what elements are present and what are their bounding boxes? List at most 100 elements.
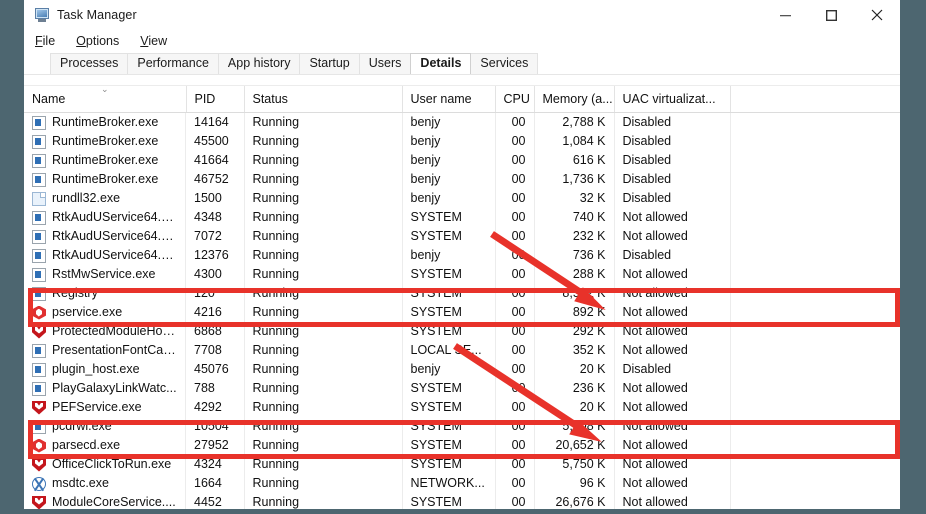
tab-services[interactable]: Services <box>470 53 538 74</box>
cell-status: Running <box>244 474 402 493</box>
menu-item-file[interactable]: File <box>33 33 57 49</box>
menu-item-options[interactable]: Options <box>74 33 121 49</box>
cell-status: Running <box>244 360 402 379</box>
process-name-label: RstMwService.exe <box>52 265 156 284</box>
cell-name: RtkAudUService64.exe <box>24 208 186 227</box>
table-row[interactable]: RuntimeBroker.exe45500Runningbenjy001,08… <box>24 132 900 151</box>
cell-memory: 736 K <box>534 246 614 265</box>
cell-status: Running <box>244 151 402 170</box>
tab-performance[interactable]: Performance <box>127 53 219 74</box>
cell-name: pservice.exe <box>24 303 186 322</box>
table-row[interactable]: plugin_host.exe45076Runningbenjy0020 KDi… <box>24 360 900 379</box>
table-row[interactable]: RuntimeBroker.exe46752Runningbenjy001,73… <box>24 170 900 189</box>
cell-user-name: SYSTEM <box>402 227 495 246</box>
cell-filler <box>730 132 900 151</box>
table-row[interactable]: PEFService.exe4292RunningSYSTEM0020 KNot… <box>24 398 900 417</box>
tab-app-history[interactable]: App history <box>218 53 301 74</box>
tab-processes[interactable]: Processes <box>50 53 128 74</box>
table-row[interactable]: RuntimeBroker.exe14164Runningbenjy002,78… <box>24 113 900 133</box>
table-row[interactable]: pservice.exe4216RunningSYSTEM00892 KNot … <box>24 303 900 322</box>
column-header-filler[interactable] <box>730 86 900 113</box>
cell-name: RstMwService.exe <box>24 265 186 284</box>
tab-startup[interactable]: Startup <box>299 53 359 74</box>
window-icon <box>32 344 46 358</box>
minimize-button[interactable] <box>762 0 808 30</box>
cell-cpu: 00 <box>495 170 534 189</box>
column-header-pid[interactable]: PID <box>186 86 244 113</box>
task-manager-window: Task Manager File Options View <box>24 0 900 509</box>
cell-memory: 96 K <box>534 474 614 493</box>
cell-pid: 10504 <box>186 417 244 436</box>
title-bar: Task Manager <box>24 0 900 30</box>
cell-status: Running <box>244 132 402 151</box>
column-header-uac-virtualization[interactable]: UAC virtualizat... <box>614 86 730 113</box>
cell-filler <box>730 113 900 133</box>
table-row[interactable]: Registry120RunningSYSTEM008,552 KNot all… <box>24 284 900 303</box>
column-header-memory[interactable]: Memory (a... <box>534 86 614 113</box>
cell-pid: 4452 <box>186 493 244 509</box>
table-row[interactable]: RstMwService.exe4300RunningSYSTEM00288 K… <box>24 265 900 284</box>
cell-filler <box>730 436 900 455</box>
table-row[interactable]: ProtectedModuleHos...6868RunningSYSTEM00… <box>24 322 900 341</box>
cell-filler <box>730 455 900 474</box>
column-header-name[interactable]: ⌄ Name <box>24 86 186 113</box>
cell-pid: 4300 <box>186 265 244 284</box>
cell-pid: 45500 <box>186 132 244 151</box>
cell-memory: 892 K <box>534 303 614 322</box>
table-row[interactable]: rundll32.exe1500Runningbenjy0032 KDisabl… <box>24 189 900 208</box>
cell-filler <box>730 417 900 436</box>
cell-cpu: 00 <box>495 208 534 227</box>
table-row[interactable]: RtkAudUService64.exe7072RunningSYSTEM002… <box>24 227 900 246</box>
table-row[interactable]: ModuleCoreService....4452RunningSYSTEM00… <box>24 493 900 509</box>
shield-icon <box>32 325 46 339</box>
maximize-button[interactable] <box>808 0 854 30</box>
process-name-label: plugin_host.exe <box>52 360 140 379</box>
tab-users[interactable]: Users <box>359 53 412 74</box>
table-row[interactable]: PlayGalaxyLinkWatc...788RunningSYSTEM002… <box>24 379 900 398</box>
cell-cpu: 00 <box>495 151 534 170</box>
cell-user-name: SYSTEM <box>402 303 495 322</box>
column-header-user-name[interactable]: User name <box>402 86 495 113</box>
column-header-cpu[interactable]: CPU <box>495 86 534 113</box>
cell-cpu: 00 <box>495 455 534 474</box>
cell-status: Running <box>244 322 402 341</box>
window-icon <box>32 135 46 149</box>
table-row[interactable]: pcdrwi.exe10504RunningSYSTEM005,308 KNot… <box>24 417 900 436</box>
header-row: ⌄ Name PID Status User name CPU Memory (… <box>24 86 900 113</box>
window-controls <box>762 0 900 30</box>
table-row[interactable]: parsecd.exe27952RunningSYSTEM0020,652 KN… <box>24 436 900 455</box>
table-row[interactable]: OfficeClickToRun.exe4324RunningSYSTEM005… <box>24 455 900 474</box>
process-table-wrap: ⌄ Name PID Status User name CPU Memory (… <box>24 86 900 509</box>
cell-pid: 12376 <box>186 246 244 265</box>
process-name-label: PresentationFontCac... <box>52 341 177 360</box>
menu-item-view[interactable]: View <box>138 33 169 49</box>
cell-filler <box>730 265 900 284</box>
cell-filler <box>730 227 900 246</box>
cell-uac: Not allowed <box>614 341 730 360</box>
cell-filler <box>730 379 900 398</box>
window-icon <box>32 287 46 301</box>
cell-name: RuntimeBroker.exe <box>24 151 186 170</box>
cell-memory: 20 K <box>534 360 614 379</box>
cell-status: Running <box>244 170 402 189</box>
table-row[interactable]: RtkAudUService64.exe12376Runningbenjy007… <box>24 246 900 265</box>
column-header-name-label: Name <box>32 92 65 106</box>
cell-memory: 26,676 K <box>534 493 614 509</box>
cell-uac: Not allowed <box>614 284 730 303</box>
table-row[interactable]: msdtc.exe1664RunningNETWORK...0096 KNot … <box>24 474 900 493</box>
process-table: ⌄ Name PID Status User name CPU Memory (… <box>24 86 900 509</box>
cell-filler <box>730 474 900 493</box>
table-row[interactable]: PresentationFontCac...7708RunningLOCAL S… <box>24 341 900 360</box>
shield-icon <box>32 458 46 472</box>
table-row[interactable]: RtkAudUService64.exe4348RunningSYSTEM007… <box>24 208 900 227</box>
cell-filler <box>730 303 900 322</box>
tab-details[interactable]: Details <box>410 53 471 74</box>
cell-user-name: SYSTEM <box>402 417 495 436</box>
cell-cpu: 00 <box>495 417 534 436</box>
close-button[interactable] <box>854 0 900 30</box>
cell-name: rundll32.exe <box>24 189 186 208</box>
cell-status: Running <box>244 493 402 509</box>
cell-pid: 6868 <box>186 322 244 341</box>
column-header-status[interactable]: Status <box>244 86 402 113</box>
table-row[interactable]: RuntimeBroker.exe41664Runningbenjy00616 … <box>24 151 900 170</box>
